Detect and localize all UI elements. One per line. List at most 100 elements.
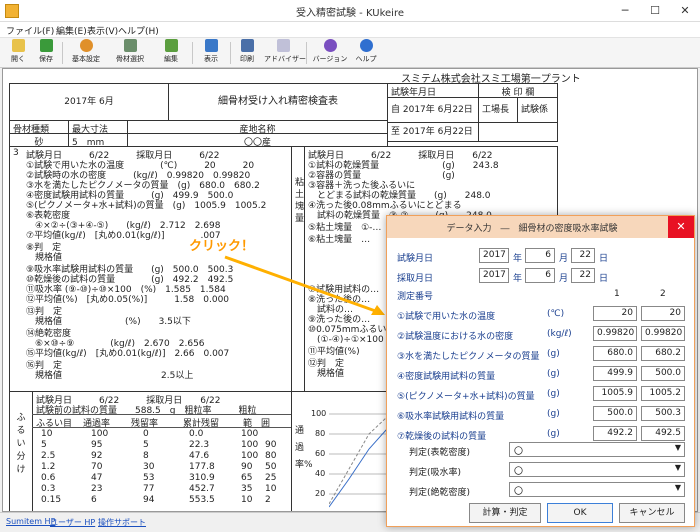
sample-day-field[interactable]: 22 [571,268,595,283]
month-suffix: 月 [559,254,569,264]
callout-arrow [224,255,385,315]
ok-button[interactable]: OK [547,503,613,523]
sample-year-field[interactable]: 2017 [479,268,509,283]
judge-select[interactable]: 〇 ▼ [509,442,685,457]
aggregate-icon [123,39,137,52]
inspection-label: 検 印 欄 [478,83,558,98]
minimize-button[interactable]: ─ [610,0,640,22]
menu-help[interactable]: ヘルプ(H) [118,24,159,37]
open-button[interactable]: 開く [6,39,30,67]
value-field[interactable]: 500.0 [641,366,685,381]
menu-view[interactable]: 表示(V) [87,24,118,37]
calculate-button[interactable]: 計算・判定 [469,503,541,523]
support-link[interactable]: 操作サポート [98,517,146,528]
save-button[interactable]: 保存 [34,39,58,67]
plant-manager-label: 工場長 [478,97,518,123]
row-divider [32,427,292,428]
from-date: 自 2017年 6月22日 [387,97,479,123]
advisor-icon [276,39,290,52]
value-field[interactable]: 1005.2 [641,386,685,401]
advisor-button[interactable]: アドバイザー [264,39,306,67]
value-field[interactable]: 20 [593,306,637,321]
column-2-header: 2 [660,289,666,299]
test-month-field[interactable]: 6 [525,248,555,263]
maximize-button[interactable]: ☐ [640,0,670,22]
edit-button[interactable]: 編集 [154,39,188,67]
max-size-label: 最大寸法 [68,120,128,134]
value-field[interactable]: 499.9 [593,366,637,381]
value-field[interactable]: 492.2 [593,426,637,441]
aggregate-type-label: 骨材種類 [9,120,69,134]
density-row: 規格値 2.5以上 [26,371,194,381]
day-suffix: 日 [599,274,609,284]
user-hp-link[interactable]: ユーザー HP [50,517,95,528]
value-field[interactable]: 500.3 [641,406,685,421]
value-field[interactable]: 492.5 [641,426,685,441]
menu-file[interactable]: ファイル(F) [6,24,54,37]
title-bar: 受入精密試験 - KUkeire ─ ☐ ✕ [0,0,700,22]
value-field[interactable]: 680.0 [593,346,637,361]
judge-select[interactable]: 〇 ▼ [509,462,685,477]
toolbar: 開く 保存 基本設定 骨材選択 編集 表示 印刷 アドバイザー バージョン ヘル… [0,38,700,68]
version-button[interactable]: バージョン [312,39,348,67]
test-year-field[interactable]: 2017 [479,248,509,263]
toolbar-separator [230,42,231,64]
chart-tick: 60 [315,449,326,458]
toolbar-separator [306,42,307,64]
tester-label: 試験係 [517,97,558,123]
refresh-icon [204,39,218,52]
menu-edit[interactable]: 編集(E) [56,24,87,37]
print-button[interactable]: 印刷 [234,39,260,67]
chart-tick: 100 [311,409,327,418]
chevron-down-icon: ▼ [674,483,681,492]
chart-axis-label: 通過率% [295,426,313,470]
data-entry-dialog: データ入力 ― 細骨材の密度吸水率試験 ✕ 試験月日 2017 年 6 月 22… [386,215,695,527]
grading-vertical-label: ふるい分け [9,391,33,511]
sample-month-field[interactable]: 6 [525,268,555,283]
chart-tick: 40 [315,469,326,478]
chart-tick: 80 [315,429,326,438]
section-number: 3 [9,146,23,392]
aggregate-type-value: 砂 [9,133,69,147]
sumitem-hp-link[interactable]: Sumitem HP [6,517,55,526]
stamp-area [478,122,558,142]
year-suffix: 年 [513,274,523,284]
chevron-down-icon: ▼ [674,463,681,472]
origin-value: 〇〇産 [127,133,388,147]
menu-bar: ファイル(F) 編集(E) 表示(V) ヘルプ(H) [0,22,700,38]
month-suffix: 月 [559,274,569,284]
year-suffix: 年 [513,254,523,264]
day-suffix: 日 [599,254,609,264]
window-title: 受入精密試験 - KUkeire [296,8,404,19]
clay-row: ⑥粘土塊量 … [308,235,371,245]
info-icon [323,39,337,52]
grading-curve [329,413,387,508]
help-button[interactable]: ヘルプ [352,39,380,67]
aggregate-select-button[interactable]: 骨材選択 [110,39,150,67]
value-field[interactable]: 680.2 [641,346,685,361]
value-field[interactable]: 1005.9 [593,386,637,401]
value-field[interactable]: 20 [641,306,685,321]
cancel-button[interactable]: キャンセル [619,503,685,523]
row-divider [32,414,292,415]
value-field[interactable]: 0.99820 [641,326,685,341]
toolbar-separator [62,42,63,64]
dialog-close-button[interactable]: ✕ [668,216,694,238]
clay-row: 規格値 [308,369,345,379]
value-field[interactable]: 0.99820 [593,326,637,341]
report-title: 細骨材受け入れ精密検査表 [168,83,388,121]
basic-settings-button[interactable]: 基本設定 [66,39,106,67]
view-button[interactable]: 表示 [196,39,226,67]
test-date-label: 試験年月日 [387,83,479,98]
test-day-field[interactable]: 22 [571,248,595,263]
chevron-down-icon: ▼ [674,443,681,452]
help-icon [359,39,373,52]
value-field[interactable]: 500.0 [593,406,637,421]
close-window-button[interactable]: ✕ [670,0,700,22]
judge-select[interactable]: 〇 ▼ [509,482,685,497]
folder-icon [11,39,25,52]
printer-icon [240,39,254,52]
pencil-icon [164,39,178,52]
toolbar-separator [192,42,193,64]
max-size-value: 5 mm [68,133,128,147]
